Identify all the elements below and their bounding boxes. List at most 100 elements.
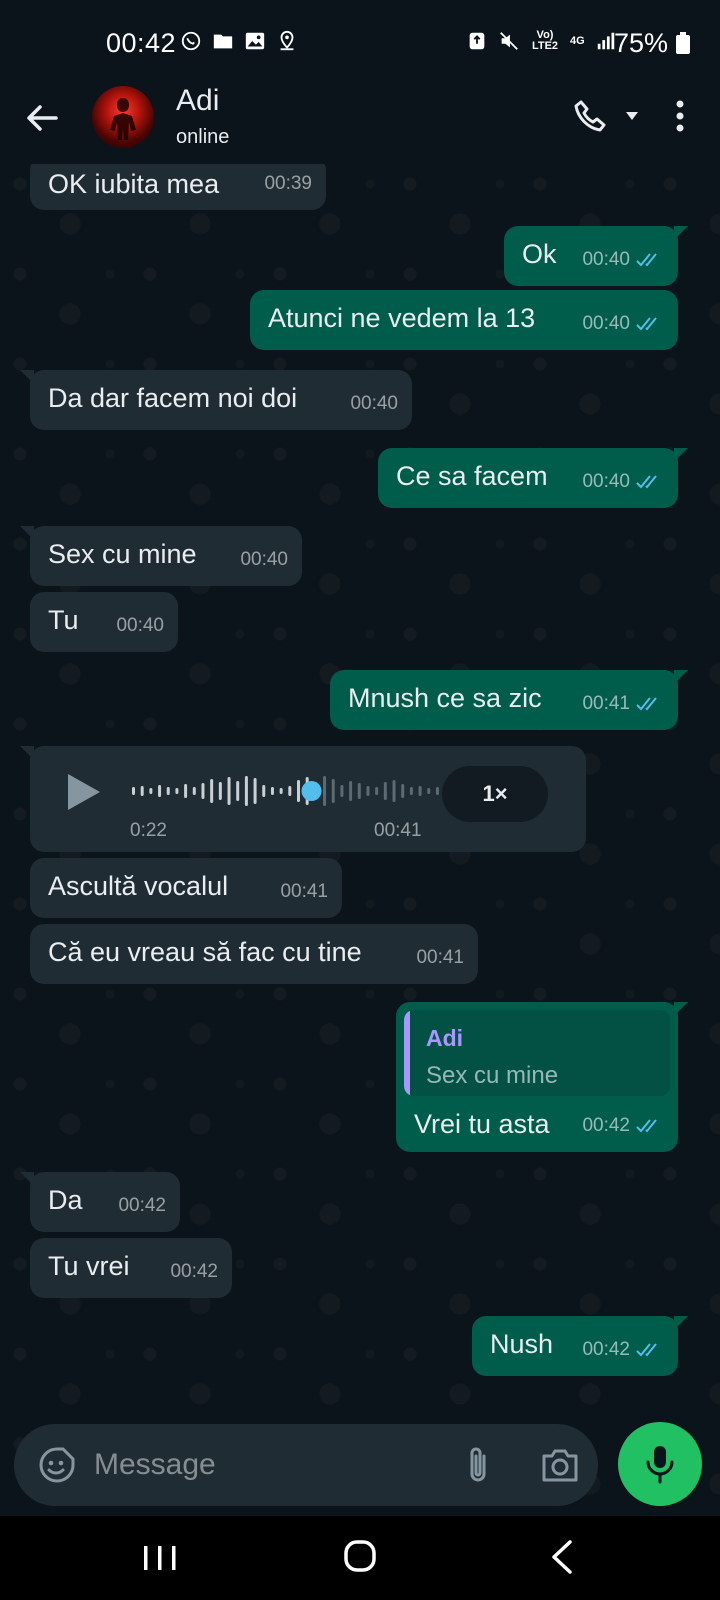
bubble-tail xyxy=(20,370,34,384)
status-icons-right: Vo) LTE2 4G xyxy=(466,30,617,52)
camera-icon[interactable] xyxy=(540,1446,580,1484)
voice-time: 00:41 xyxy=(374,820,422,841)
message-bubble-incoming[interactable]: Da 00:42 xyxy=(20,1172,180,1232)
waveform-bar xyxy=(158,785,162,797)
message-text: Vrei tu asta xyxy=(414,1109,550,1139)
waveform-bar xyxy=(175,788,179,794)
waveform-bar xyxy=(366,786,370,796)
back-arrow-icon[interactable] xyxy=(22,98,62,138)
message-meta: 00:41 xyxy=(280,874,328,910)
message-meta: 00:40 xyxy=(582,464,664,500)
mute-icon xyxy=(500,32,518,50)
message-bubble-outgoing[interactable]: Ok 00:40 xyxy=(504,226,688,286)
message-meta: 00:39 xyxy=(264,166,312,202)
message-time: 00:42 xyxy=(118,1195,166,1216)
waveform-bar xyxy=(270,787,274,795)
voice-record-button[interactable] xyxy=(618,1422,702,1506)
waveform-bar xyxy=(279,788,283,794)
bubble-tail xyxy=(674,670,688,684)
message-bubble-incoming[interactable]: Sex cu mine 00:40 xyxy=(20,526,302,586)
voice-message-bubble[interactable]: 0:22 00:41 1× xyxy=(20,746,586,852)
message-text: Tu vrei xyxy=(48,1251,130,1281)
home-icon[interactable] xyxy=(342,1538,378,1574)
quoted-message[interactable]: Adi Sex cu mine xyxy=(404,1010,670,1096)
waveform-bar xyxy=(201,783,205,799)
waveform-bar xyxy=(166,787,170,795)
message-bubble-incoming[interactable]: Ascultă vocalul 00:41 xyxy=(30,858,342,918)
message-bubble-incoming[interactable]: Tu 00:40 xyxy=(30,592,178,652)
message-time: 00:40 xyxy=(582,313,630,334)
message-bubble-incoming[interactable]: Da dar facem noi doi 00:40 xyxy=(20,370,412,430)
waveform-bar xyxy=(210,779,214,803)
message-time: 00:42 xyxy=(582,1339,630,1360)
avatar-figure-icon xyxy=(110,98,136,140)
message-bubble-outgoing[interactable]: Ce sa facem 00:40 xyxy=(378,448,688,508)
bubble-tail xyxy=(674,1316,688,1330)
message-bubble-incoming[interactable]: OK iubita mea 00:39 xyxy=(30,164,326,210)
gallery-icon xyxy=(245,32,265,50)
nav-back-icon[interactable] xyxy=(548,1538,576,1576)
status-time: 00:42 xyxy=(106,28,177,58)
waveform-bar xyxy=(288,786,292,796)
waveform-bar xyxy=(253,778,257,804)
message-bubble-outgoing-reply[interactable]: Adi Sex cu mine Vrei tu asta 00:42 xyxy=(396,1002,688,1152)
message-bubble-outgoing[interactable]: Nush 00:42 xyxy=(472,1316,688,1376)
status-bar: 00:42 Vo) LTE2 4G 75% xyxy=(0,0,720,84)
contact-name[interactable]: Adi xyxy=(176,84,219,118)
message-bubble-incoming[interactable]: Tu vrei 00:42 xyxy=(30,1238,232,1298)
network-type: 4G xyxy=(570,34,585,47)
waveform-bar xyxy=(349,781,353,801)
waveform-bar xyxy=(192,787,196,795)
waveform-bar xyxy=(340,785,344,797)
bubble-tail xyxy=(20,1172,34,1186)
voice-duration: 0:22 xyxy=(130,820,167,841)
message-time: 00:40 xyxy=(240,549,288,570)
playback-speed-button[interactable]: 1× xyxy=(442,766,548,822)
message-meta: 00:41 xyxy=(582,686,664,722)
location-icon xyxy=(280,30,294,51)
sticker-emoji-icon[interactable] xyxy=(38,1446,76,1484)
message-bubble-outgoing[interactable]: Mnush ce sa zic 00:41 xyxy=(330,670,688,730)
play-icon[interactable] xyxy=(66,772,102,812)
message-meta: 00:40 xyxy=(582,306,664,342)
voice-waveform[interactable] xyxy=(130,774,460,808)
waveform-bar xyxy=(392,780,396,802)
message-text: Tu xyxy=(48,605,79,635)
contact-status: online xyxy=(176,126,230,148)
whatsapp-icon xyxy=(181,31,201,51)
contact-avatar[interactable] xyxy=(92,86,154,148)
message-text: Ok xyxy=(522,239,557,269)
read-receipt-icon xyxy=(636,253,657,267)
chevron-down-icon[interactable] xyxy=(624,108,640,124)
message-time: 00:41 xyxy=(582,693,630,714)
message-text: Ce sa facem xyxy=(396,461,548,491)
message-text: Atunci ne vedem la 13 xyxy=(268,303,536,333)
recent-apps-icon[interactable] xyxy=(140,1540,180,1576)
waveform-bar xyxy=(218,782,222,800)
battery-icon xyxy=(675,32,690,54)
network-label: Vo) LTE2 xyxy=(531,29,559,52)
message-time: 00:39 xyxy=(264,173,312,194)
waveform-bar xyxy=(331,779,335,803)
read-receipt-icon xyxy=(636,1343,657,1357)
message-time: 00:42 xyxy=(170,1261,218,1282)
message-time: 00:40 xyxy=(582,471,630,492)
message-time: 00:40 xyxy=(582,249,630,270)
message-bubble-outgoing[interactable]: Atunci ne vedem la 13 00:40 xyxy=(250,290,678,350)
message-time: 00:40 xyxy=(116,615,164,636)
playback-position-handle[interactable] xyxy=(301,781,322,801)
attachment-paperclip-icon[interactable] xyxy=(462,1444,494,1486)
more-options-icon[interactable] xyxy=(670,98,690,134)
chat-messages-area[interactable]: OK iubita mea 00:39 Ok 00:40 Atunci ne v… xyxy=(0,164,720,1510)
waveform-bar xyxy=(227,777,231,805)
message-bubble-incoming[interactable]: Că eu vreau să fac cu tine 00:41 xyxy=(30,924,478,984)
bubble-tail xyxy=(20,526,34,540)
status-icons-left xyxy=(180,30,298,52)
system-navigation-bar xyxy=(0,1516,720,1600)
read-receipt-icon xyxy=(636,697,657,711)
bubble-tail xyxy=(20,746,34,760)
voice-call-icon[interactable] xyxy=(572,98,608,134)
message-input[interactable] xyxy=(94,1438,434,1492)
quote-text: Sex cu mine xyxy=(426,1062,559,1089)
battery-text: 75% xyxy=(614,28,669,58)
